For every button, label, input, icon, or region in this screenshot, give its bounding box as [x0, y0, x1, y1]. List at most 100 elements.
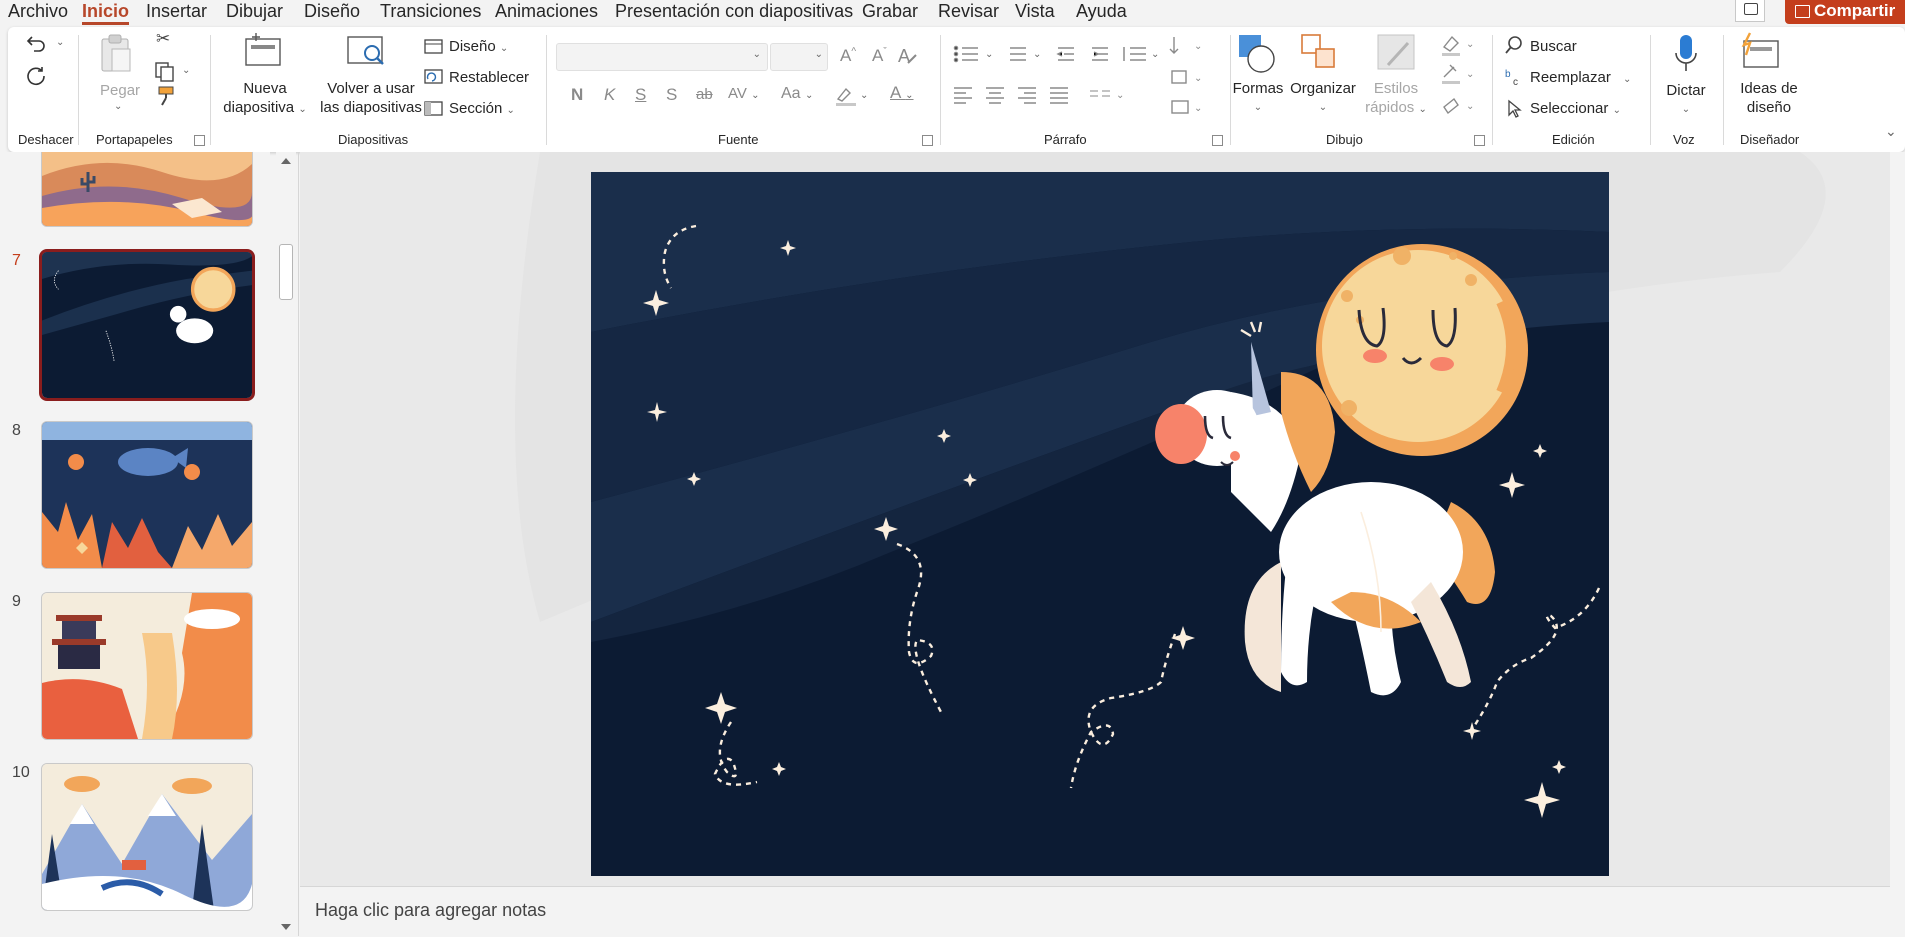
comments-button[interactable]	[1735, 0, 1765, 22]
cut-icon[interactable]: ✂	[156, 29, 170, 49]
group-label-undo: Deshacer	[18, 132, 74, 147]
group-label-font: Fuente	[718, 132, 759, 147]
slide-number: 10	[12, 764, 30, 781]
arrange-icon[interactable]	[1298, 31, 1342, 75]
design-ideas-button[interactable]: Ideas de diseño	[1726, 79, 1812, 117]
tab-revisar[interactable]: Revisar	[938, 0, 999, 22]
underline-button[interactable]: S	[635, 85, 646, 105]
scroll-up-icon[interactable]	[281, 158, 291, 164]
character-spacing-button[interactable]: AV ⌄	[728, 85, 759, 102]
columns-icon[interactable]: ⌄	[1088, 85, 1128, 105]
paste-icon[interactable]	[98, 33, 134, 73]
tab-ayuda[interactable]: Ayuda	[1076, 0, 1127, 22]
text-direction-controls[interactable]: ⌄ ⌄ ⌄	[1168, 35, 1208, 131]
slide-thumbnail-9[interactable]	[42, 593, 252, 739]
editor-scrollbar[interactable]	[1890, 152, 1905, 936]
format-painter-icon[interactable]	[156, 85, 178, 107]
replace-icon: bc	[1505, 69, 1518, 87]
separator	[1723, 35, 1724, 145]
clipboard-launcher-icon[interactable]	[194, 135, 205, 146]
font-size-field[interactable]: ⌄	[770, 43, 828, 71]
slide-thumbnail-pane: 7 8 9 10	[0, 152, 270, 936]
thumbnail-scrollbar[interactable]	[276, 152, 296, 936]
tab-grabar[interactable]: Grabar	[862, 0, 918, 22]
bullets-dropdown-icon[interactable]: ⌄	[985, 49, 993, 60]
font-name-field[interactable]: ⌄	[556, 43, 768, 71]
mountain-thumbnail-art	[42, 764, 252, 910]
separator	[1650, 35, 1651, 145]
paste-label[interactable]: Pegar	[100, 82, 140, 99]
undo-icon[interactable]	[26, 33, 48, 53]
pane-divider[interactable]	[298, 152, 299, 936]
svg-text:c: c	[1513, 77, 1518, 87]
slide-canvas[interactable]	[591, 172, 1609, 876]
designer-icon[interactable]	[1738, 31, 1782, 71]
copy-dropdown-icon[interactable]: ⌄	[182, 65, 190, 76]
shadow-button[interactable]: S	[666, 85, 677, 105]
tab-diseno[interactable]: Diseño	[304, 0, 360, 22]
scroll-thumb[interactable]	[279, 244, 293, 300]
line-spacing-dropdown-icon[interactable]: ⌄	[1151, 49, 1159, 60]
shrink-font-icon[interactable]: Aˇ	[872, 46, 887, 66]
select-button[interactable]: Seleccionar ⌄	[1530, 100, 1621, 117]
quick-styles-button[interactable]: Estilos rápidos ⌄	[1358, 79, 1434, 119]
shape-format-controls[interactable]: ⌄ ⌄ ⌄	[1440, 33, 1480, 123]
tab-animaciones[interactable]: Animaciones	[495, 0, 598, 22]
quick-styles-icon[interactable]	[1374, 31, 1418, 75]
slide-thumbnail-7[interactable]	[42, 252, 252, 398]
scroll-down-icon[interactable]	[281, 924, 291, 930]
separator	[78, 35, 79, 145]
clear-formatting-icon[interactable]: A	[896, 45, 920, 67]
replace-button[interactable]: Reemplazar ⌄	[1530, 69, 1631, 86]
italic-button[interactable]: K	[604, 85, 615, 105]
arrange-button[interactable]: Organizar ⌄	[1288, 79, 1358, 117]
paste-dropdown-icon[interactable]: ⌄	[114, 101, 122, 112]
new-slide-label-2: diapositiva ⌄	[223, 99, 307, 116]
share-icon	[1795, 5, 1810, 18]
reset-button[interactable]: Restablecer	[449, 69, 529, 86]
tab-vista[interactable]: Vista	[1015, 0, 1055, 22]
slide-thumbnail-6[interactable]	[42, 152, 252, 226]
font-launcher-icon[interactable]	[922, 135, 933, 146]
svg-text:⌄: ⌄	[1466, 101, 1474, 112]
find-button[interactable]: Buscar	[1530, 38, 1577, 55]
dictate-button[interactable]: Dictar ⌄	[1658, 81, 1714, 119]
strikethrough-button[interactable]: ab	[696, 86, 713, 103]
tab-insertar[interactable]: Insertar	[146, 0, 207, 22]
reuse-slides-icon[interactable]	[346, 33, 388, 69]
reuse-slides-button[interactable]: Volver a usar las diapositivas	[316, 79, 426, 117]
tab-inicio[interactable]: Inicio	[82, 0, 130, 25]
shapes-button[interactable]: Formas ⌄	[1230, 79, 1286, 117]
font-color-button[interactable]: A ⌄	[890, 83, 914, 103]
highlight-color-icon[interactable]: ⌄	[834, 85, 868, 107]
bold-button[interactable]: N	[571, 85, 583, 105]
numbering-dropdown-icon[interactable]: ⌄	[1033, 49, 1041, 60]
tab-dibujar[interactable]: Dibujar	[226, 0, 283, 22]
new-slide-icon[interactable]	[244, 33, 284, 67]
shapes-icon[interactable]	[1235, 31, 1279, 75]
alignment-controls[interactable]	[952, 85, 1092, 105]
copy-icon[interactable]	[154, 61, 178, 83]
undo-dropdown-icon[interactable]: ⌄	[56, 37, 64, 48]
slide-thumbnail-10[interactable]	[42, 764, 252, 910]
tab-archivo[interactable]: Archivo	[8, 0, 68, 22]
change-case-button[interactable]: Aa ⌄	[781, 85, 813, 103]
microphone-icon[interactable]	[1672, 33, 1700, 75]
tab-presentacion[interactable]: Presentación con diapositivas	[615, 0, 853, 22]
drawing-launcher-icon[interactable]	[1474, 135, 1485, 146]
grow-font-icon[interactable]: A^	[840, 46, 856, 66]
svg-text:⌄: ⌄	[860, 90, 868, 101]
reuse-label-1: Volver a usar	[327, 80, 415, 97]
redo-icon[interactable]	[26, 65, 48, 87]
section-button[interactable]: Sección ⌄	[449, 100, 515, 117]
layout-button[interactable]: Diseño ⌄	[449, 38, 508, 55]
section-icon	[424, 101, 443, 116]
tab-transiciones[interactable]: Transiciones	[380, 0, 481, 22]
notes-pane[interactable]: Haga clic para agregar notas	[300, 886, 1890, 937]
slide-thumbnail-8[interactable]	[42, 422, 252, 568]
paragraph-launcher-icon[interactable]	[1212, 135, 1223, 146]
new-slide-button[interactable]: Nueva diapositiva ⌄	[218, 79, 312, 119]
share-button[interactable]: Compartir	[1785, 0, 1905, 24]
collapse-ribbon-icon[interactable]: ⌄	[1885, 123, 1897, 140]
group-label-paragraph: Párrafo	[1044, 132, 1087, 147]
